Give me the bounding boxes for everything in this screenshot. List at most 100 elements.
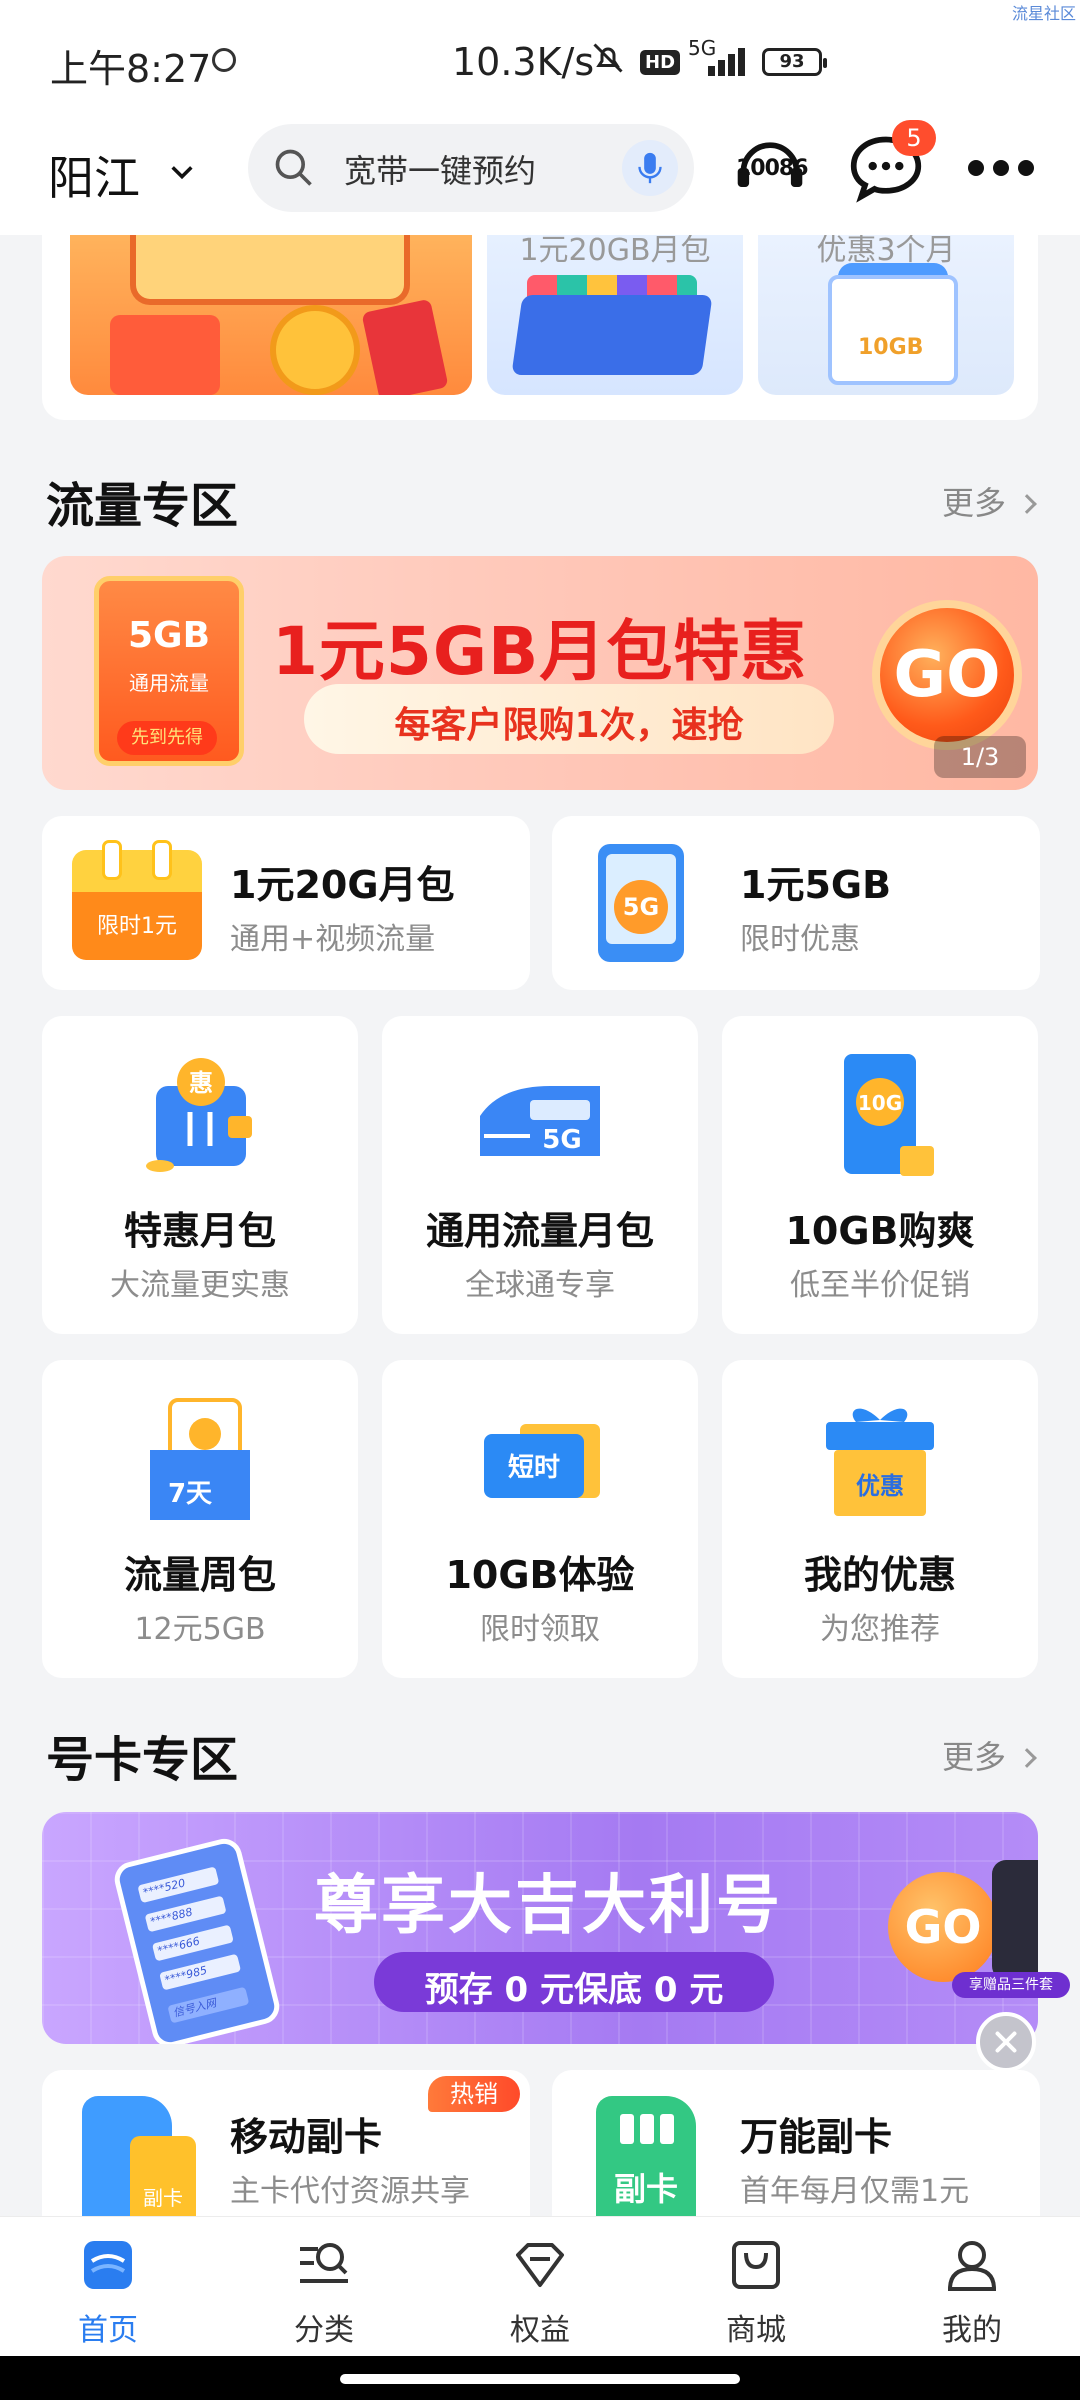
shop-bag-icon [732, 2241, 780, 2289]
grid-card-subtitle: 低至半价促销 [790, 1268, 970, 1303]
diamond-icon [516, 2243, 564, 2287]
bottom-tab-bar: 首页 分类 权益 商城 我的 [0, 2216, 1080, 2356]
number-more-link[interactable]: 更多 [941, 1732, 1037, 1778]
gift-box-icon: 优惠 [826, 1408, 934, 1516]
data-card-icon: 10G [844, 1054, 934, 1176]
number-promo-title: 尊享大吉大利号 [314, 1869, 783, 1943]
promo-title: 1元5GB月包特惠 [272, 613, 808, 690]
sub-card-title: 万能副卡 [740, 2115, 893, 2159]
data-card-icon-label: 10G [858, 1091, 902, 1115]
number-promo-subtitle-pill: 预存 0 元保底 0 元 [374, 1952, 774, 2012]
microphone-icon[interactable] [622, 140, 678, 196]
top-banner-2[interactable]: 1元20GB月包 [487, 235, 743, 395]
corner-watermark: 流星社区 [1011, 4, 1076, 23]
grid-card-my-offers[interactable]: 优惠 我的优惠 为您推荐 [722, 1360, 1038, 1678]
pack-tag-label: 先到先得 [117, 721, 217, 755]
go-button[interactable]: GO [888, 1872, 998, 1982]
traffic-promo-banner[interactable]: 5GB 通用流量 先到先得 1元5GB月包特惠 每客户限购1次，速抢 GO [42, 556, 1038, 790]
search-input[interactable]: 宽带一键预约 [344, 146, 536, 192]
small-card-1[interactable]: 限时1元 1元20G月包 通用+视频流量 [42, 816, 530, 990]
weekly-pack-icon-label: 7天 [168, 1479, 212, 1509]
number-promo-banner[interactable]: ****520 ****888 ****666 ****985 信号入网 尊享大吉大利号… [42, 1812, 1038, 2044]
ticket-icon-label: 短时 [508, 1453, 560, 1483]
phone-gift-illustration [992, 1860, 1038, 1980]
grid-card-subtitle: 12元5GB [134, 1612, 266, 1647]
phone-5g-icon: 5G [598, 844, 684, 962]
tab-label: 商城 [726, 2313, 786, 2348]
top-banner-3-badge: 10GB [858, 335, 924, 360]
signal-icon [700, 46, 752, 76]
top-banner-1[interactable] [70, 235, 472, 395]
category-icon [300, 2243, 348, 2283]
sim-card-back-icon: 副卡 [130, 2136, 196, 2226]
grid-card-title: 10GB购爽 [785, 1209, 975, 1253]
ticket-icon: 短时 [484, 1424, 600, 1498]
mute-bell-icon [590, 40, 626, 85]
small-card-2[interactable]: 5G 1元5GB 限时优惠 [552, 816, 1040, 990]
tab-benefits[interactable]: 权益 [432, 2217, 648, 2357]
grid-card-title: 通用流量月包 [425, 1209, 654, 1253]
phone-number-label: ****888 [148, 1905, 194, 1929]
gift-box-icon-label: 优惠 [856, 1472, 904, 1500]
tab-mine[interactable]: 我的 [864, 2217, 1080, 2357]
small-card-title: 1元20G月包 [230, 863, 455, 907]
chevron-right-icon [1017, 494, 1037, 514]
grid-card-title: 10GB体验 [445, 1553, 635, 1597]
top-banner-card: 1元20GB月包 优惠3个月 10GB [42, 235, 1038, 420]
close-icon[interactable] [976, 2012, 1036, 2072]
phone-5g-label: 5G [614, 880, 668, 934]
small-card-subtitle: 通用+视频流量 [230, 922, 436, 957]
search-bar[interactable]: 宽带一键预约 [248, 124, 694, 212]
hot-badge: 热销 [428, 2076, 520, 2112]
grid-card-10gb-trial[interactable]: 短时 10GB体验 限时领取 [382, 1360, 698, 1678]
data-pack-icon: 5GB 通用流量 先到先得 [94, 576, 244, 766]
grid-card-special-monthly[interactable]: 惠 特惠月包 大流量更实惠 [42, 1016, 358, 1334]
grid-card-title: 流量周包 [123, 1553, 276, 1597]
tab-category[interactable]: 分类 [216, 2217, 432, 2357]
tab-label: 首页 [78, 2313, 138, 2348]
more-label: 更多 [941, 484, 1006, 522]
sub-card-subtitle: 主卡代付资源共享 [230, 2174, 470, 2209]
banner-pager: 1/3 [934, 736, 1026, 778]
small-card-title: 1元5GB [740, 863, 892, 907]
sim-card-green-icon: 副卡 [596, 2096, 696, 2226]
sim-card-green-label: 副卡 [613, 2170, 678, 2208]
grid-card-title: 特惠月包 [123, 1209, 276, 1253]
home-icon [84, 2241, 132, 2289]
pack-sub-label: 通用流量 [129, 671, 209, 695]
go-button[interactable]: GO [872, 600, 1022, 750]
home-indicator[interactable] [340, 2374, 740, 2384]
chevron-right-icon [1017, 1748, 1037, 1768]
grid-card-general-monthly[interactable]: 5G 通用流量月包 全球通专享 [382, 1016, 698, 1334]
train-icon: 5G [480, 1086, 600, 1156]
more-options-icon[interactable] [966, 156, 1036, 180]
small-card-subtitle: 限时优惠 [740, 922, 860, 957]
service-hotline-label: 10086 [736, 156, 809, 181]
phone-number-label: ****985 [163, 1963, 209, 1987]
grid-card-10gb[interactable]: 10G 10GB购爽 低至半价促销 [722, 1016, 1038, 1334]
promo-subtitle-pill: 每客户限购1次，速抢 [304, 684, 834, 754]
grid-card-subtitle: 大流量更实惠 [110, 1268, 290, 1303]
city-selector[interactable]: 阳江 [48, 142, 140, 208]
message-count-badge: 5 [892, 120, 936, 156]
sim-icon [212, 48, 236, 72]
tab-home[interactable]: 首页 [0, 2217, 216, 2357]
phone-number-label: ****520 [141, 1876, 187, 1900]
traffic-more-link[interactable]: 更多 [941, 478, 1037, 524]
more-label: 更多 [941, 1738, 1006, 1776]
chevron-down-icon[interactable] [168, 158, 196, 186]
grid-card-subtitle: 限时领取 [480, 1612, 600, 1647]
hd-badge: HD [640, 50, 681, 75]
tab-mall[interactable]: 商城 [648, 2217, 864, 2357]
grid-card-subtitle: 全球通专享 [465, 1268, 615, 1303]
grid-card-weekly[interactable]: 7天 流量周包 12元5GB [42, 1360, 358, 1678]
calendar-icon-label: 限时1元 [97, 914, 177, 939]
wallet-icon: 惠 [146, 1058, 252, 1172]
search-icon [275, 149, 312, 186]
status-time: 上午8:27 [50, 47, 212, 91]
top-banner-2-caption: 1元20GB月包 [519, 235, 711, 268]
phone-button-label: 信号入网 [171, 1996, 218, 2020]
sub-card-universal[interactable]: 副卡 万能副卡 首年每月仅需1元 [552, 2070, 1040, 2230]
top-banner-3[interactable]: 优惠3个月 10GB [758, 235, 1014, 395]
train-icon-label: 5G [542, 1125, 581, 1155]
